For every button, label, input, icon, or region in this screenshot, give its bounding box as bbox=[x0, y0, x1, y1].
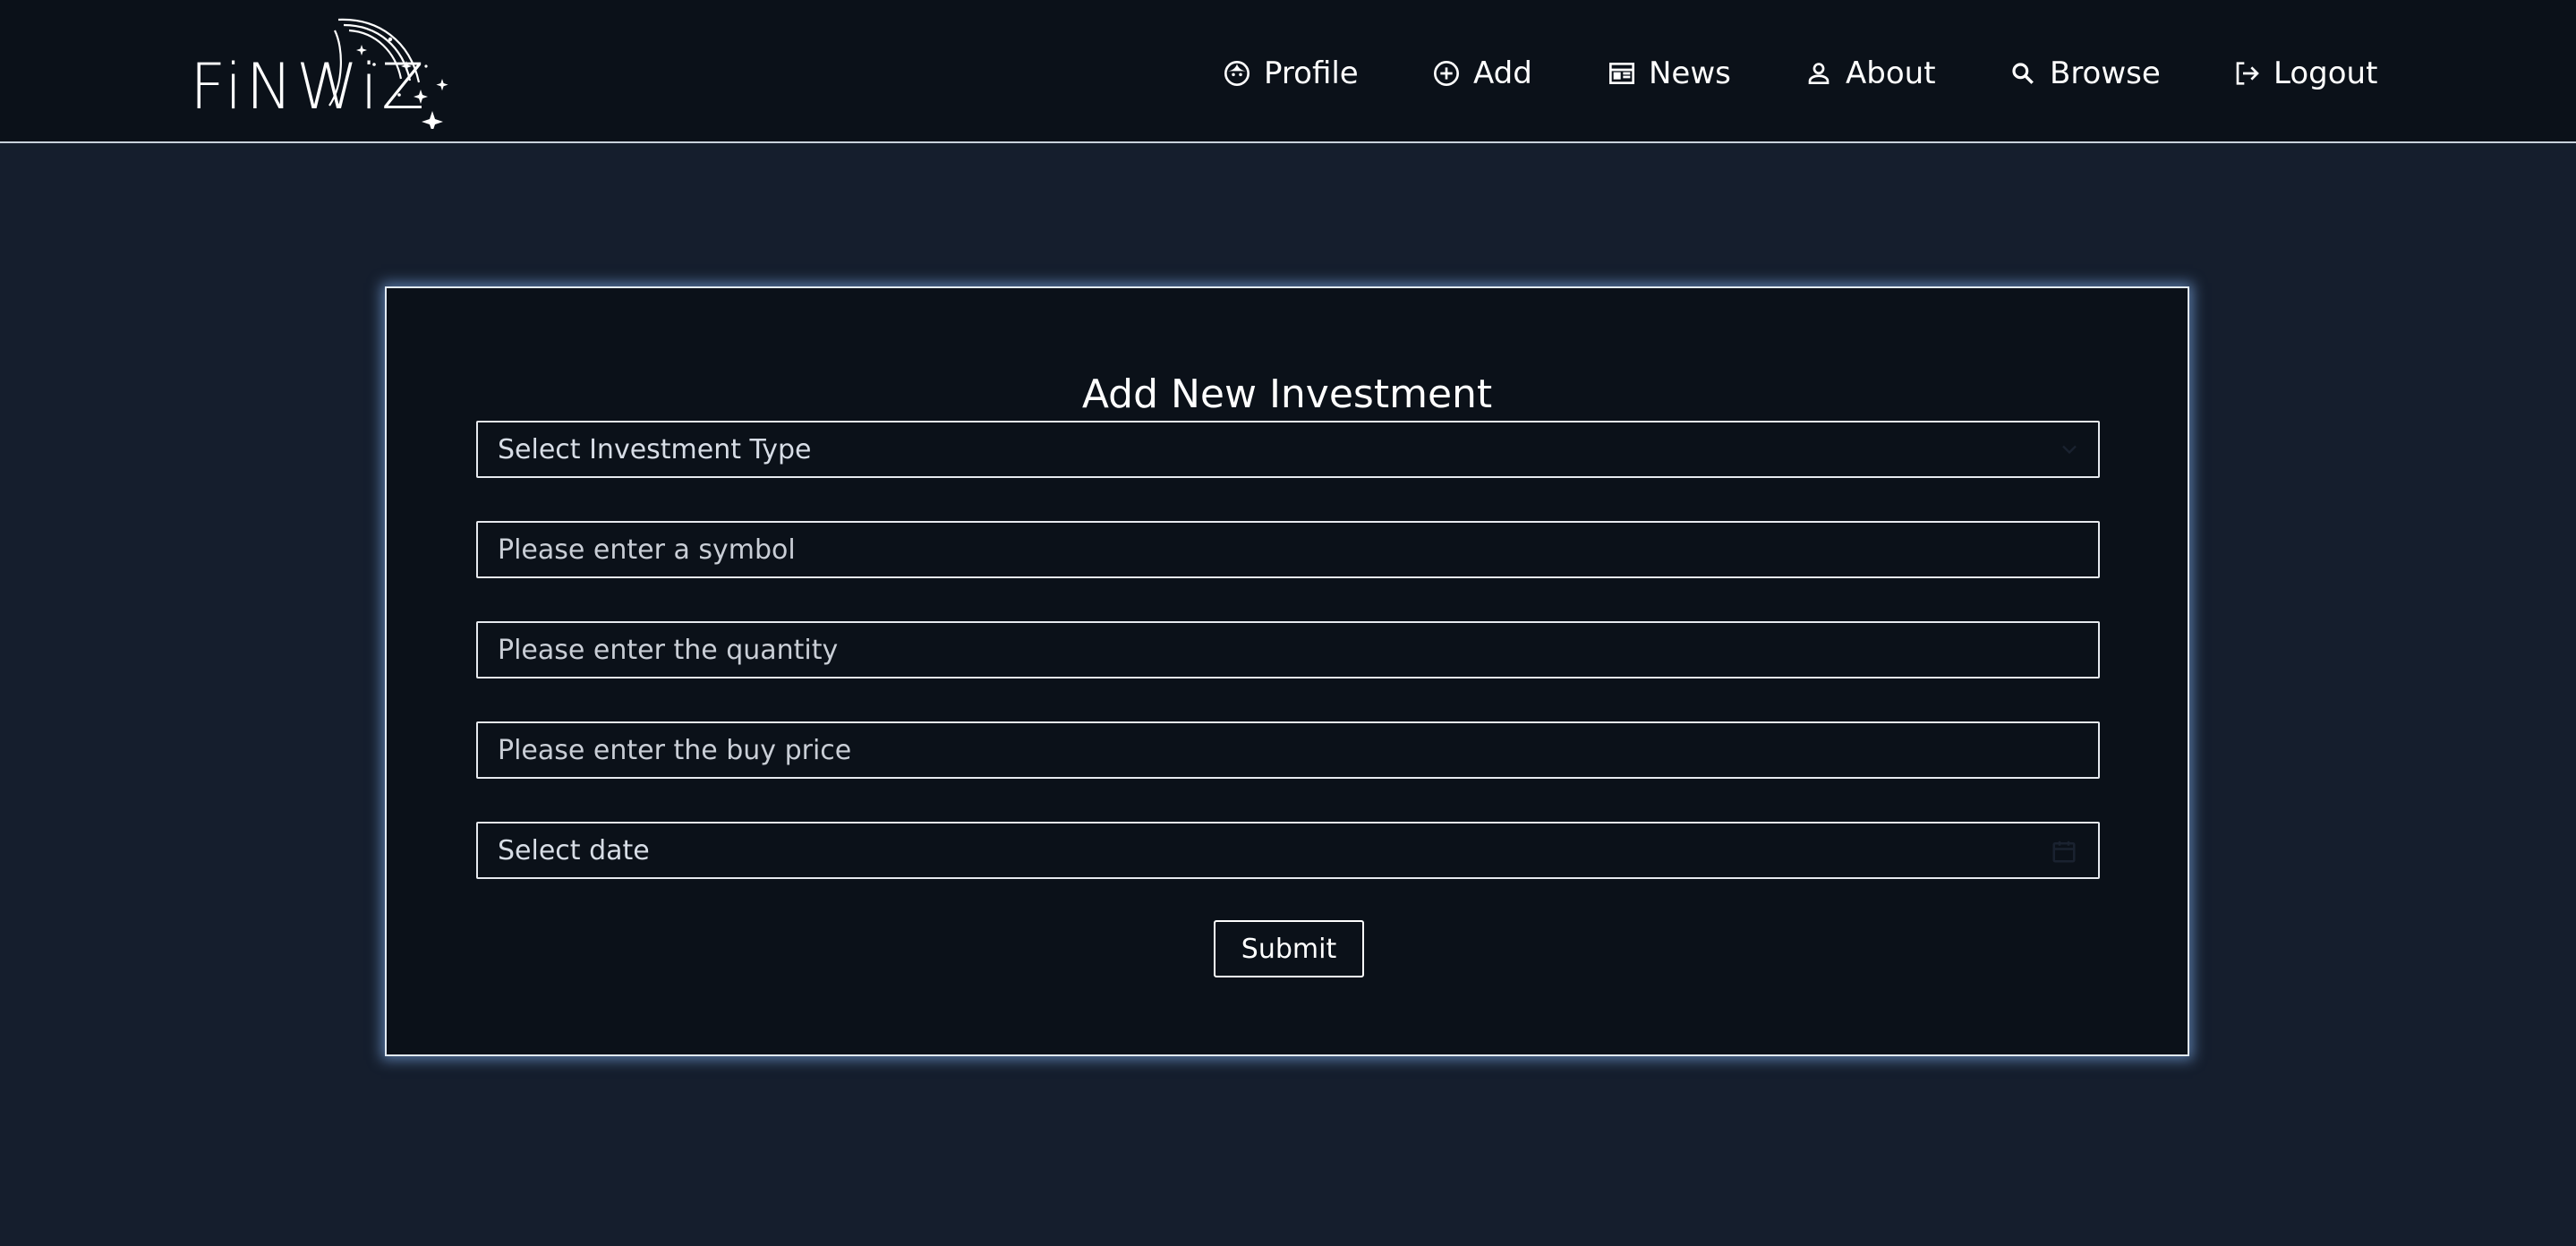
add-investment-card: Add New Investment Select Investment Typ… bbox=[385, 286, 2189, 1056]
symbol-input[interactable] bbox=[476, 521, 2100, 578]
logo-wordmark: FiNWiZ bbox=[190, 50, 429, 124]
nav-item-profile[interactable]: Profile bbox=[1223, 50, 1359, 97]
top-navbar: FiNWiZ Profile Add News About Browse Log… bbox=[0, 0, 2576, 143]
form-title: Add New Investment bbox=[1081, 371, 1493, 418]
add-circle-icon bbox=[1434, 61, 1459, 86]
nav-item-label: Add bbox=[1473, 55, 1532, 91]
date-placeholder: Select date bbox=[498, 834, 650, 866]
nav-item-add[interactable]: Add bbox=[1432, 50, 1532, 97]
nav-item-label: News bbox=[1649, 55, 1731, 91]
nav-item-label: About bbox=[1846, 55, 1936, 91]
investment-type-select[interactable]: Select Investment Type bbox=[476, 421, 2100, 478]
nav-item-label: Logout bbox=[2273, 55, 2378, 91]
investment-type-value: Select Investment Type bbox=[498, 433, 812, 465]
search-icon bbox=[2012, 63, 2034, 84]
logout-icon bbox=[2236, 62, 2259, 85]
calendar-icon[interactable] bbox=[2050, 838, 2078, 865]
nav-item-logout[interactable]: Logout bbox=[2232, 50, 2377, 97]
person-icon bbox=[1808, 63, 1830, 84]
face-icon bbox=[1224, 61, 1250, 86]
finwiz-logo[interactable]: FiNWiZ bbox=[186, 13, 455, 129]
submit-button[interactable]: Submit bbox=[1214, 920, 1364, 977]
nav-item-about[interactable]: About bbox=[1804, 50, 1936, 97]
newspaper-icon bbox=[1609, 63, 1634, 84]
nav-item-label: Browse bbox=[2050, 55, 2161, 91]
nav-item-news[interactable]: News bbox=[1608, 50, 1731, 97]
chevron-down-icon bbox=[2062, 445, 2077, 455]
buy-price-input[interactable] bbox=[476, 721, 2100, 779]
nav-item-label: Profile bbox=[1264, 55, 1359, 91]
quantity-input[interactable] bbox=[476, 621, 2100, 678]
date-picker-field[interactable]: Select date bbox=[476, 822, 2100, 879]
nav-item-browse[interactable]: Browse bbox=[2009, 50, 2161, 97]
